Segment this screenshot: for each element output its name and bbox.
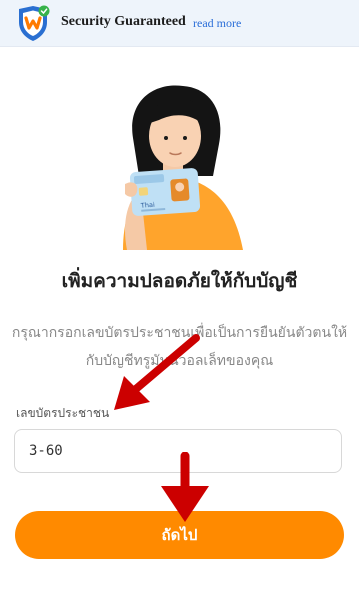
id-card-illustration: Thai — [123, 85, 243, 250]
banner-title: Security Guaranteed — [61, 14, 186, 29]
card-brand-text: Thai — [140, 201, 156, 210]
read-more-link[interactable]: read more — [193, 16, 241, 31]
shield-icon — [19, 5, 50, 41]
next-button[interactable]: ถัดไป — [15, 511, 344, 559]
page-description: กรุณากรอกเลขบัตรประชาชนเพื่อเป็นการยืนยั… — [11, 325, 348, 369]
page-title: เพิ่มความปลอดภัยให้กับบัญชี — [61, 270, 298, 292]
security-banner: Security Guaranteed read more — [0, 0, 359, 47]
id-number-label: เลขบัตรประชาชน — [16, 406, 110, 420]
id-number-input[interactable] — [14, 429, 342, 473]
